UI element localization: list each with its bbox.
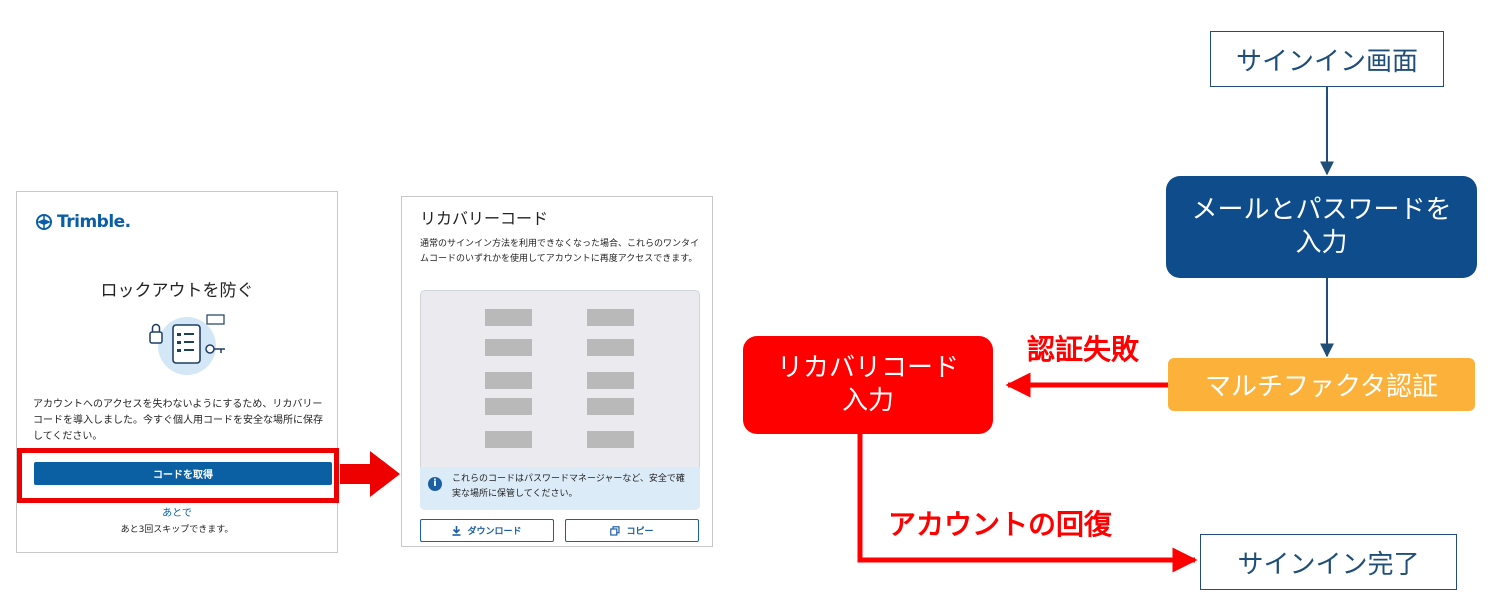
recovery-code-input-node: リカバリコード入力: [743, 336, 993, 434]
signin-screen-node: サインイン画面: [1210, 31, 1444, 87]
email-password-node: メールとパスワードを入力: [1166, 176, 1477, 278]
email-password-label: メールとパスワードを入力: [1191, 195, 1452, 258]
mfa-node: マルチファクタ認証: [1168, 358, 1475, 411]
account-recovery-label: アカウントの回復: [888, 508, 1113, 541]
recovery-code-input-label: リカバリコード入力: [776, 353, 959, 416]
signin-complete-node: サインイン完了: [1200, 534, 1457, 590]
auth-failed-label: 認証失敗: [1027, 333, 1140, 366]
flow-connectors: [857, 87, 1334, 573]
